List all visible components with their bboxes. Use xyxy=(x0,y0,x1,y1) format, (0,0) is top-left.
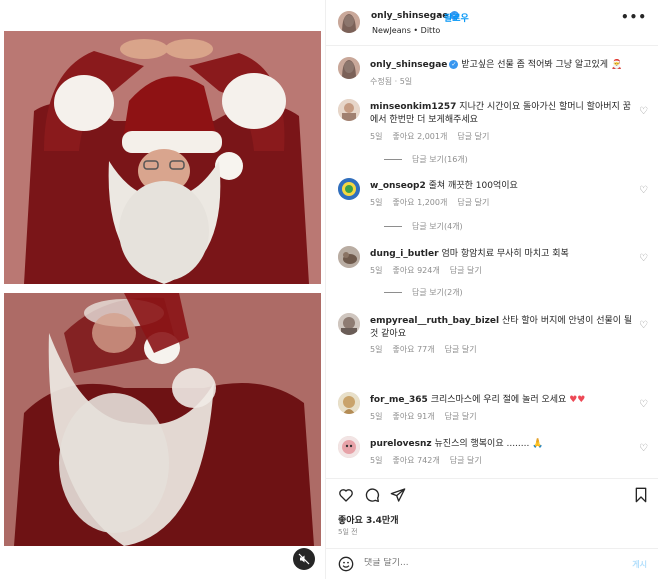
reply-button[interactable]: 답글 달기 xyxy=(457,198,489,207)
separator-dot: • xyxy=(437,11,443,21)
comment-username[interactable]: empyreal__ruth_bay_bizel xyxy=(370,316,499,326)
comment-body: 크리스마스에 우리 절에 놀러 오세요 xyxy=(430,395,567,405)
comment-body: 엄마 항암치료 무사히 마치고 회복 xyxy=(441,249,569,259)
comment-input[interactable] xyxy=(364,558,604,568)
comment-age: 5일 xyxy=(370,456,383,465)
comment-item: purelovesnz 뉴진스의 행복이요 ........ 🙏 5일 좋아요 7… xyxy=(338,436,656,470)
commenter-avatar[interactable] xyxy=(338,392,360,414)
more-options-icon[interactable]: ••• xyxy=(621,10,647,24)
comment-icon[interactable] xyxy=(364,487,380,503)
view-replies-button[interactable]: 답글 보기(2개) xyxy=(384,287,463,298)
reply-button[interactable]: 답글 달기 xyxy=(445,412,477,421)
commenter-avatar[interactable] xyxy=(338,178,360,200)
comment-likes[interactable]: 좋아요 91개 xyxy=(392,412,434,421)
verified-badge-icon: ✓ xyxy=(449,60,459,69)
comment-meta: 5일 좋아요 742개 답글 달기 xyxy=(370,455,492,466)
emoji-icon[interactable] xyxy=(338,556,354,572)
post-media xyxy=(0,0,325,579)
comment-meta: 5일 좋아요 2,001개 답글 달기 xyxy=(370,131,499,142)
commenter-avatar[interactable] xyxy=(338,99,360,121)
caption-text: only_shinsegae ✓ 받고싶은 선물 좀 적어봐 그냥 알고있게 🎅 xyxy=(370,59,655,72)
commenter-avatar[interactable] xyxy=(338,436,360,458)
comment-body: 뉴진스의 행복이요 ........ xyxy=(434,439,530,449)
comment-username[interactable]: minseonkim1257 xyxy=(370,102,456,112)
santa-image-top xyxy=(4,31,321,284)
comment-meta: 5일 좋아요 77개 답글 달기 xyxy=(370,344,487,355)
santa-photo-top[interactable] xyxy=(4,31,321,284)
comment-item: w_onseop2 줄쳐 깨끗한 100억이요 5일 좋아요 1,200개 답글 달… xyxy=(338,178,656,236)
like-comment-heart-icon[interactable]: ♡ xyxy=(639,253,648,264)
comment-age: 5일 xyxy=(370,345,383,354)
comment-meta: 5일 좋아요 91개 답글 달기 xyxy=(370,411,487,422)
comment-text: w_onseop2 줄쳐 깨끗한 100억이요 xyxy=(370,180,638,193)
view-replies-button[interactable]: 답글 보기(16개) xyxy=(384,154,468,165)
santa-emoji-icon: 🎅 xyxy=(610,60,623,70)
commenter-avatar[interactable] xyxy=(338,246,360,268)
comment-text: minseonkim1257 지나간 시간이요 돌아가신 할머니 할아버지 꿈에… xyxy=(370,101,638,127)
caption-meta: 수정됨 · 5일 xyxy=(370,77,413,86)
comment-username[interactable]: for_me_365 xyxy=(370,395,428,405)
comment-likes[interactable]: 좋아요 1,200개 xyxy=(392,198,447,207)
comment-item: empyreal__ruth_bay_bizel 산타 할아 버지에 안녕이 선… xyxy=(338,313,656,363)
comment-meta: 5일 좋아요 1,200개 답글 달기 xyxy=(370,197,499,208)
comment-text: purelovesnz 뉴진스의 행복이요 ........ 🙏 xyxy=(370,438,638,451)
like-comment-heart-icon[interactable]: ♡ xyxy=(639,443,648,454)
comment-age: 5일 xyxy=(370,132,383,141)
like-count[interactable]: 좋아요 3.4만개 xyxy=(338,513,398,526)
commenter-avatar[interactable] xyxy=(338,313,360,335)
comment-text: empyreal__ruth_bay_bizel 산타 할아 버지에 안녕이 선… xyxy=(370,315,638,341)
add-comment-bar: 게시 xyxy=(326,548,658,579)
comment-username[interactable]: purelovesnz xyxy=(370,439,432,449)
comment-likes[interactable]: 좋아요 2,001개 xyxy=(392,132,447,141)
comment-likes[interactable]: 좋아요 924개 xyxy=(392,266,439,275)
post-date: 5일 전 xyxy=(338,528,358,536)
post-actions: 좋아요 3.4만개 5일 전 xyxy=(326,478,658,538)
mute-button[interactable] xyxy=(293,548,315,570)
comment-age: 5일 xyxy=(370,412,383,421)
post-comment-button[interactable]: 게시 xyxy=(632,559,647,570)
audio-subtitle[interactable]: NewJeans • Ditto xyxy=(372,26,440,35)
comment-item: minseonkim1257 지나간 시간이요 돌아가신 할머니 할아버지 꿈에… xyxy=(338,99,656,169)
like-comment-heart-icon[interactable]: ♡ xyxy=(639,320,648,331)
view-replies-button[interactable]: 답글 보기(4개) xyxy=(384,221,463,232)
comment-age: 5일 xyxy=(370,266,383,275)
caption-body: 받고싶은 선물 좀 적어봐 그냥 알고있게 xyxy=(461,60,609,70)
comment-username[interactable]: dung_i_butler xyxy=(370,249,439,259)
caption-avatar[interactable] xyxy=(338,57,360,79)
post-caption: only_shinsegae ✓ 받고싶은 선물 좀 적어봐 그냥 알고있게 🎅 … xyxy=(338,57,656,91)
heart-icon[interactable] xyxy=(338,487,354,503)
comment-age: 5일 xyxy=(370,198,383,207)
comment-item: for_me_365 크리스마스에 우리 절에 놀러 오세요 ♥♥ 5일 좋아요 … xyxy=(338,392,656,426)
praying-hands-emoji-icon: 🙏 xyxy=(532,439,544,449)
post-header: only_shinsegae ✓ • 팔로우 NewJeans • Ditto •… xyxy=(326,0,658,46)
reply-button[interactable]: 답글 달기 xyxy=(450,456,482,465)
caption-username[interactable]: only_shinsegae xyxy=(370,60,447,70)
share-icon[interactable] xyxy=(390,487,406,503)
comment-username[interactable]: w_onseop2 xyxy=(370,181,426,191)
comment-body: 줄쳐 깨끗한 100억이요 xyxy=(428,181,518,191)
reply-button[interactable]: 답글 달기 xyxy=(457,132,489,141)
comment-text: dung_i_butler 엄마 항암치료 무사히 마치고 회복 xyxy=(370,248,638,261)
comment-likes[interactable]: 좋아요 742개 xyxy=(392,456,439,465)
santa-image-bottom xyxy=(4,293,321,546)
santa-photo-bottom[interactable] xyxy=(4,293,321,546)
reply-button[interactable]: 답글 달기 xyxy=(450,266,482,275)
comment-text: for_me_365 크리스마스에 우리 절에 놀러 오세요 ♥♥ xyxy=(370,394,638,407)
like-comment-heart-icon[interactable]: ♡ xyxy=(639,399,648,410)
comment-meta: 5일 좋아요 924개 답글 달기 xyxy=(370,265,492,276)
like-comment-heart-icon[interactable]: ♡ xyxy=(639,106,648,117)
bookmark-icon[interactable] xyxy=(634,487,648,503)
like-comment-heart-icon[interactable]: ♡ xyxy=(639,185,648,196)
author-avatar[interactable] xyxy=(338,11,360,33)
post-sidebar: only_shinsegae ✓ • 팔로우 NewJeans • Ditto •… xyxy=(325,0,658,579)
red-heart-emoji-icon: ♥♥ xyxy=(569,395,586,405)
reply-button[interactable]: 답글 달기 xyxy=(445,345,477,354)
comment-likes[interactable]: 좋아요 77개 xyxy=(392,345,434,354)
follow-button[interactable]: 팔로우 xyxy=(444,11,469,24)
speaker-muted-icon xyxy=(298,553,310,565)
comment-item: dung_i_butler 엄마 항암치료 무사히 마치고 회복 5일 좋아요 9… xyxy=(338,246,656,304)
